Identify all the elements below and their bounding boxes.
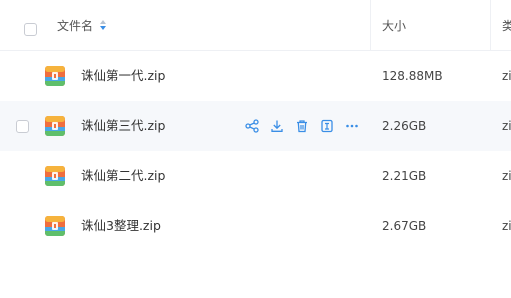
file-row[interactable]: 诛仙3整理.zip 2.67GB zi [0, 201, 511, 251]
file-name[interactable]: 诛仙第二代.zip [81, 168, 165, 184]
file-type: zi [502, 169, 511, 183]
file-size: 2.26GB [382, 119, 427, 133]
file-size: 2.21GB [382, 169, 427, 183]
file-name[interactable]: 诛仙第三代.zip [81, 118, 165, 134]
file-type: zi [502, 119, 511, 133]
file-name[interactable]: 诛仙第一代.zip [81, 68, 165, 84]
type-column-header[interactable]: 类 [502, 0, 511, 50]
name-column-header[interactable]: 文件名 [57, 0, 107, 50]
zip-file-icon [45, 116, 65, 136]
file-row[interactable]: 诛仙第二代.zip 2.21GB zi [0, 151, 511, 201]
row-actions [244, 118, 360, 134]
file-row[interactable]: 诛仙第三代.zip 2.26GB zi [0, 101, 511, 151]
zip-file-icon [45, 216, 65, 236]
column-divider [490, 0, 491, 50]
file-type: zi [502, 219, 511, 233]
delete-icon[interactable] [294, 118, 310, 134]
name-column-label: 文件名 [57, 18, 94, 33]
select-all-checkbox[interactable] [24, 23, 37, 36]
zip-file-icon [45, 66, 65, 86]
sort-icon[interactable] [99, 19, 107, 31]
type-column-label: 类 [502, 18, 511, 33]
file-size: 128.88MB [382, 69, 443, 83]
file-list-header: 文件名 大小 类 [0, 0, 511, 51]
file-name[interactable]: 诛仙3整理.zip [81, 218, 161, 234]
more-icon[interactable] [344, 118, 360, 134]
row-checkbox[interactable] [16, 120, 29, 133]
file-size: 2.67GB [382, 219, 427, 233]
download-icon[interactable] [269, 118, 285, 134]
size-column-header[interactable]: 大小 [382, 0, 406, 50]
move-icon[interactable] [319, 118, 335, 134]
column-divider [370, 0, 371, 50]
file-row[interactable]: 诛仙第一代.zip 128.88MB zi [0, 51, 511, 101]
share-icon[interactable] [244, 118, 260, 134]
size-column-label: 大小 [382, 18, 407, 33]
file-type: zi [502, 69, 511, 83]
zip-file-icon [45, 166, 65, 186]
